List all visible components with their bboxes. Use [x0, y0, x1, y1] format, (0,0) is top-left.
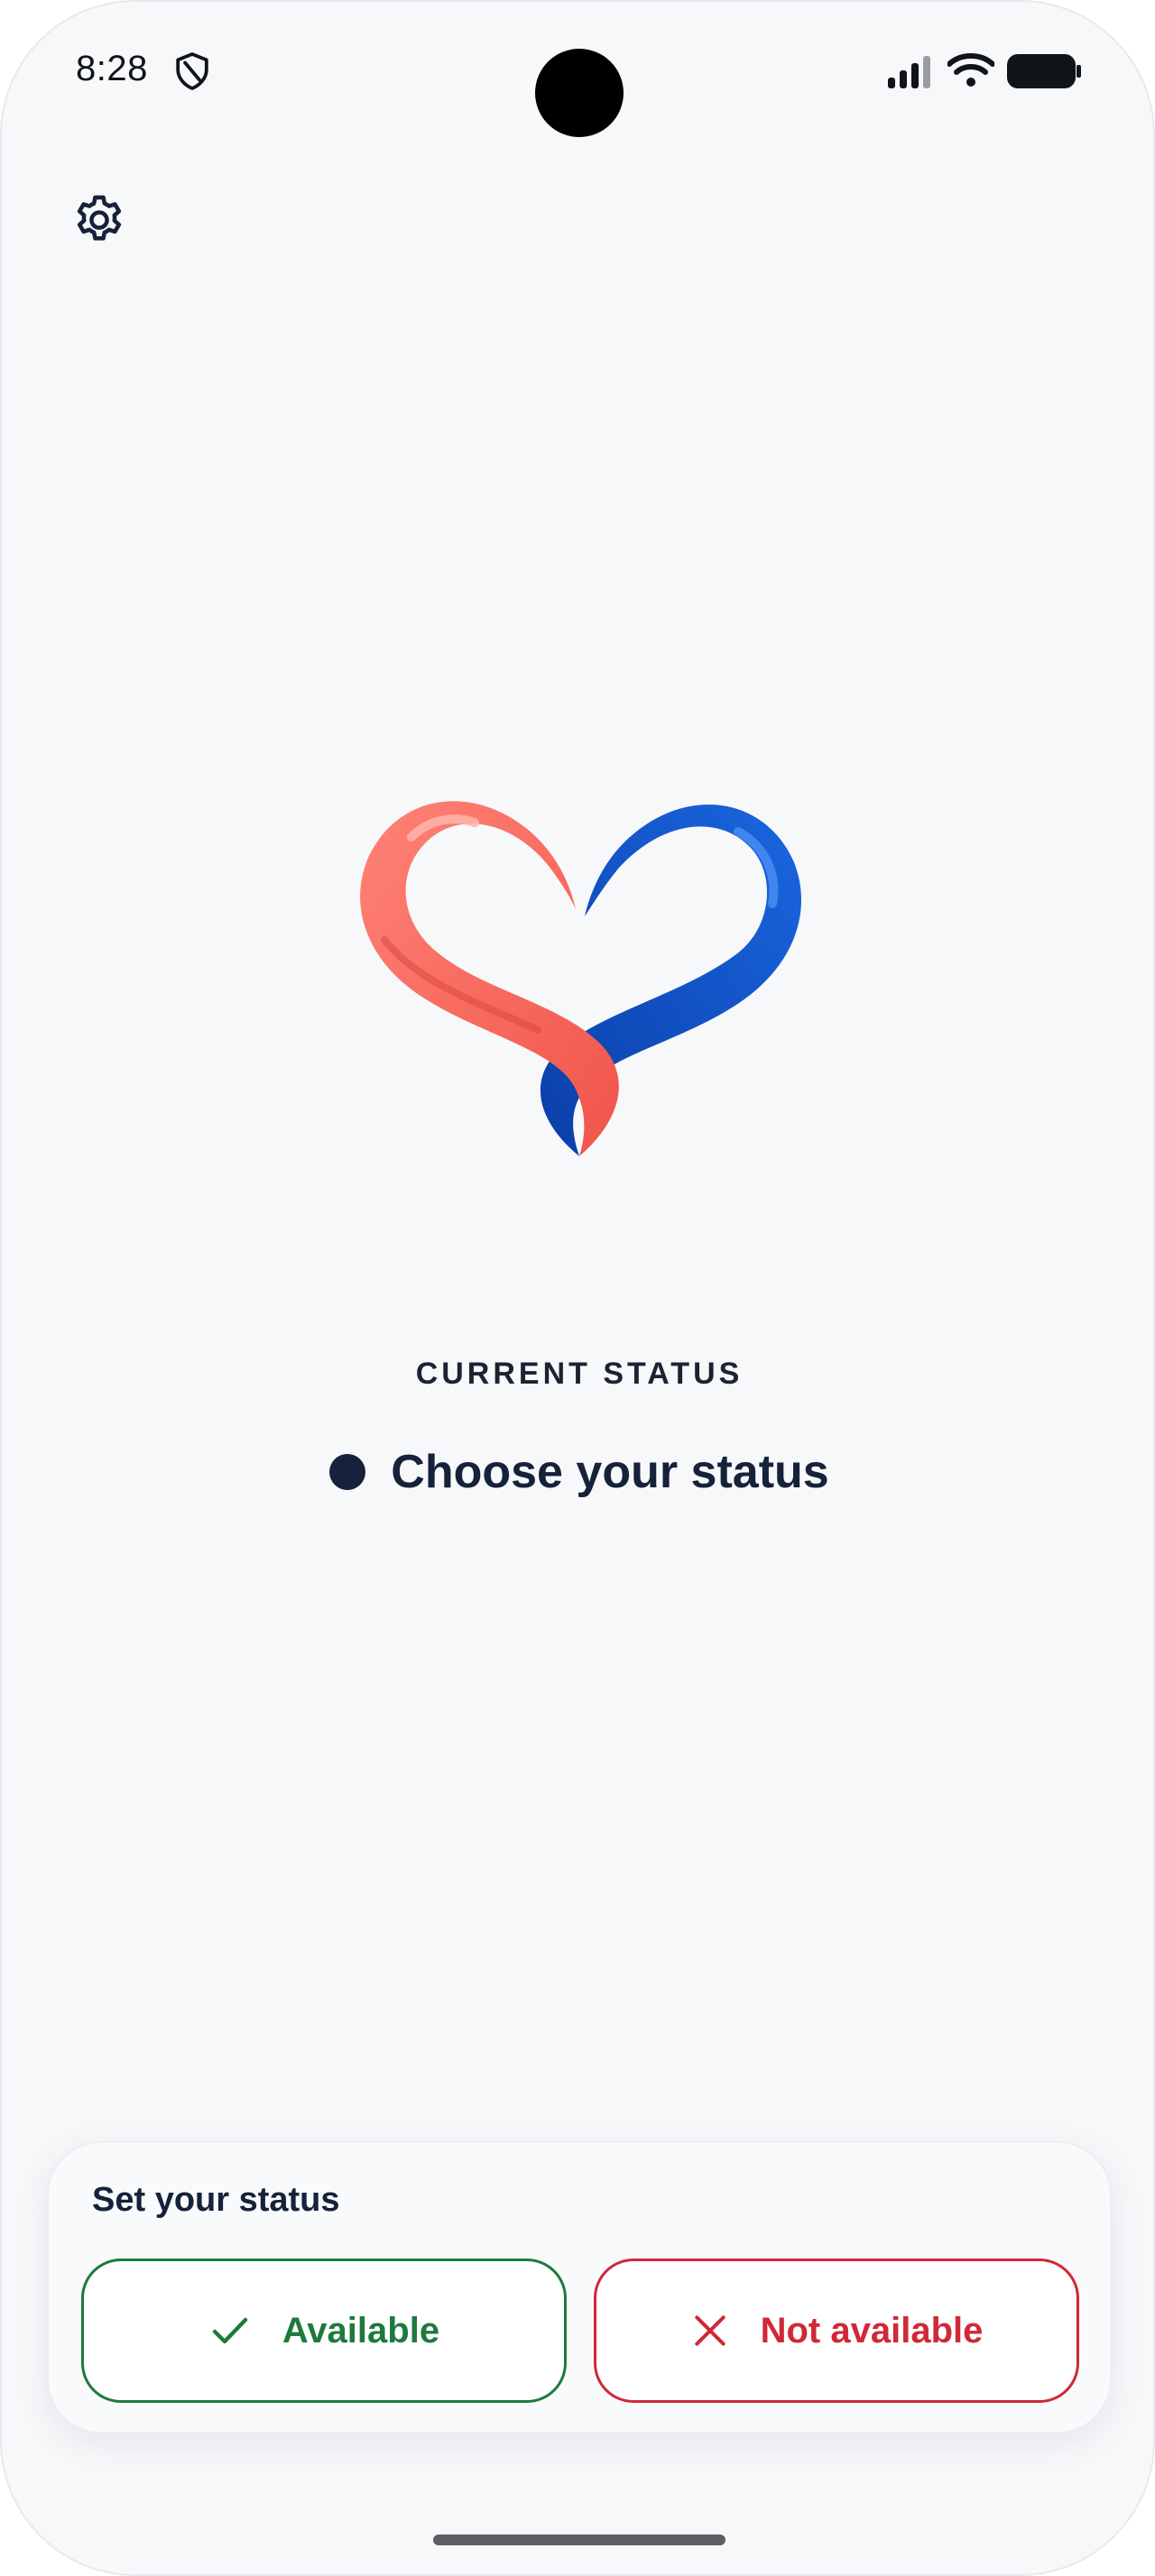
settings-button[interactable] — [61, 182, 137, 258]
phone-screen: 8:28 CURRENT STATUS Choose your status S… — [0, 0, 1155, 2576]
check-icon — [212, 2317, 248, 2344]
not-available-button-label: Not available — [760, 2310, 984, 2351]
shield-icon — [176, 52, 208, 90]
status-bar-time: 8:28 — [76, 49, 148, 88]
set-status-sheet: Set your status Available Not available — [47, 2141, 1112, 2433]
current-status-value: Choose your status — [391, 1446, 829, 1498]
battery-icon — [1007, 54, 1081, 88]
current-status-label: CURRENT STATUS — [415, 1357, 744, 1391]
available-button[interactable]: Available — [81, 2259, 567, 2403]
signal-icon — [888, 56, 930, 88]
wifi-icon — [947, 53, 994, 87]
close-icon — [694, 2315, 725, 2346]
available-button-label: Available — [282, 2310, 440, 2351]
not-available-button[interactable]: Not available — [594, 2259, 1079, 2403]
gear-icon — [77, 195, 122, 241]
intertwined-heart-logo — [360, 801, 802, 1156]
sheet-title: Set your status — [92, 2181, 340, 2219]
home-indicator[interactable] — [433, 2535, 725, 2545]
camera-cutout — [535, 49, 624, 137]
status-indicator-dot — [329, 1454, 366, 1490]
current-status: Choose your status — [2, 1445, 1153, 1499]
